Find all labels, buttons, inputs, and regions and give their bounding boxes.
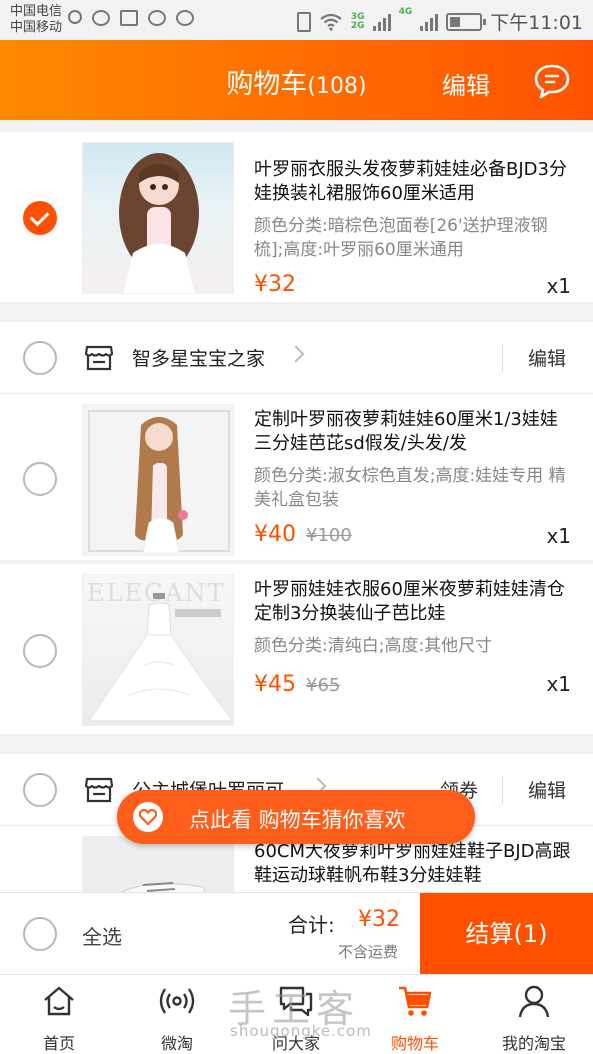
chat-bubble-icon	[68, 10, 82, 24]
item-qty[interactable]: x1	[546, 524, 571, 548]
checkout-bar: 全选 合计: ¥32 不含运费 结算(1)	[0, 892, 593, 975]
cart-item: 定制叶罗丽夜萝莉娃娃60厘米1/3娃娃三分娃芭芘sd假发/头发/发 颜色分类:淑…	[0, 394, 593, 562]
item-title[interactable]: 叶罗丽衣服头发夜萝莉娃娃必备BJD3分娃换装礼裙服饰60厘米适用	[254, 158, 574, 206]
carrier-2: 中国移动	[10, 20, 63, 35]
shoe-image	[120, 882, 207, 892]
blocked-icon	[176, 10, 194, 26]
heart-icon	[133, 802, 163, 832]
divider	[502, 776, 503, 804]
signal-bars-icon	[372, 13, 391, 31]
wechat-icon	[92, 10, 110, 26]
battery-icon	[446, 12, 487, 31]
notification-icons	[68, 10, 194, 26]
item-spec[interactable]: 颜色分类:清纯白;高度:其他尺寸	[254, 634, 574, 658]
item-checkbox[interactable]	[23, 634, 57, 668]
store-icon	[84, 777, 114, 803]
header-bar: 购物车(108) 编辑	[0, 40, 593, 120]
tab-weitao[interactable]: 微淘	[118, 975, 236, 1054]
item-checkbox[interactable]	[23, 462, 57, 496]
tab-cart[interactable]: 购物车	[356, 975, 474, 1054]
system-status: 3G 2G 4G 下午11:01	[296, 7, 583, 35]
image-icon	[120, 10, 138, 26]
net-type-3: 4G	[398, 7, 413, 17]
tab-label: 我的淘宝	[501, 1034, 566, 1053]
item-qty[interactable]: x1	[546, 672, 571, 696]
item-price: ¥40 ¥100	[254, 522, 352, 547]
cart-count: (108)	[307, 74, 367, 99]
store-icon	[84, 345, 114, 371]
item-thumbnail[interactable]	[82, 836, 234, 892]
doll-image	[119, 153, 199, 293]
item-original-price: ¥65	[306, 675, 341, 696]
cart-icon	[399, 986, 432, 1016]
item-price: ¥32	[254, 272, 296, 297]
wig-doll-image	[88, 410, 230, 554]
edit-button[interactable]: 编辑	[442, 66, 490, 101]
total-label: 合计:	[288, 913, 335, 937]
shop-edit-button[interactable]: 编辑	[528, 344, 566, 371]
page-title-text: 购物车	[226, 69, 308, 100]
carrier-1: 中国电信	[10, 4, 63, 19]
freight-note: 不含运费	[338, 943, 399, 961]
item-price: ¥45 ¥65	[254, 672, 340, 697]
wifi-icon	[320, 13, 342, 31]
shop-name[interactable]: 智多星宝宝之家	[132, 344, 265, 371]
tab-home[interactable]: 首页	[0, 975, 118, 1054]
shop-checkbox[interactable]	[23, 341, 57, 375]
item-spec[interactable]: 颜色分类:暗棕色泡面卷[26'送护理液钢梳];高度:叶罗丽60厘米通用	[254, 214, 574, 262]
item-title[interactable]: 定制叶罗丽夜萝莉娃娃60厘米1/3娃娃三分娃芭芘sd假发/头发/发	[254, 408, 574, 456]
broadcast-icon	[159, 988, 195, 1014]
item-price-value: ¥45	[254, 672, 296, 697]
tab-label: 购物车	[390, 1034, 439, 1053]
shop-edit-button[interactable]: 编辑	[528, 776, 566, 803]
guess-you-like-label: 点此看 购物车猜你喜欢	[189, 808, 406, 832]
item-price-value: ¥40	[254, 522, 296, 547]
home-icon	[44, 986, 74, 1016]
status-bar: 中国电信 中国移动 3G 2G 4G 下午11:01	[0, 0, 593, 40]
item-title[interactable]: 60CM大夜萝莉叶罗丽娃娃鞋子BJD高跟鞋运动球鞋帆布鞋3分娃娃鞋	[254, 840, 574, 888]
cart-item: 叶罗丽衣服头发夜萝莉娃娃必备BJD3分娃换装礼裙服饰60厘米适用 颜色分类:暗棕…	[0, 132, 593, 302]
item-thumbnail[interactable]: ELEGANT	[82, 574, 234, 726]
total-value: ¥32	[358, 907, 400, 932]
select-all-checkbox[interactable]	[23, 917, 57, 951]
profile-icon	[518, 985, 550, 1018]
item-thumbnail[interactable]	[82, 404, 234, 556]
shop-header: 智多星宝宝之家 编辑	[0, 322, 593, 394]
page-title: 购物车(108)	[0, 62, 593, 101]
watermark-url: shougongke.com	[230, 1022, 372, 1040]
dress-image: ELEGANT	[87, 579, 233, 722]
shop-checkbox[interactable]	[23, 773, 57, 807]
item-original-price: ¥100	[306, 525, 352, 546]
cart-item: ELEGANT 叶罗丽娃娃衣服60厘米夜萝莉娃娃清仓定制3分换装仙子芭比娃 颜色…	[0, 564, 593, 734]
net-type-2: 2G	[350, 20, 365, 31]
item-spec[interactable]: 颜色分类:淑女棕色直发;高度:娃娃专用 精美礼盒包装	[254, 464, 574, 512]
signal-bars-icon-2	[420, 13, 439, 31]
carrier-info: 中国电信 中国移动	[10, 4, 62, 36]
divider	[502, 344, 503, 372]
item-title[interactable]: 叶罗丽娃娃衣服60厘米夜萝莉娃娃清仓定制3分换装仙子芭比娃	[254, 578, 574, 626]
item-price-value: ¥32	[254, 272, 296, 297]
wechat-icon-2	[148, 10, 166, 26]
vibrate-icon	[296, 11, 311, 32]
clock: 下午11:01	[490, 12, 583, 34]
select-all-label[interactable]: 全选	[82, 921, 122, 950]
signal-sim1: 3G 2G	[350, 12, 365, 31]
item-qty[interactable]: x1	[546, 274, 571, 298]
checkout-button[interactable]: 结算(1)	[420, 893, 593, 975]
tab-label: 首页	[42, 1034, 75, 1053]
message-icon[interactable]	[533, 62, 571, 100]
tab-my-taobao[interactable]: 我的淘宝	[475, 975, 593, 1054]
chevron-right-icon[interactable]	[287, 345, 305, 363]
cart-list: 叶罗丽衣服头发夜萝莉娃娃必备BJD3分娃换装礼裙服饰60厘米适用 颜色分类:暗棕…	[0, 120, 593, 892]
tab-label: 微淘	[160, 1034, 193, 1053]
item-checkbox[interactable]	[23, 201, 57, 235]
item-thumbnail[interactable]	[82, 142, 234, 294]
guess-you-like-button[interactable]: 点此看 购物车猜你喜欢	[117, 790, 475, 844]
